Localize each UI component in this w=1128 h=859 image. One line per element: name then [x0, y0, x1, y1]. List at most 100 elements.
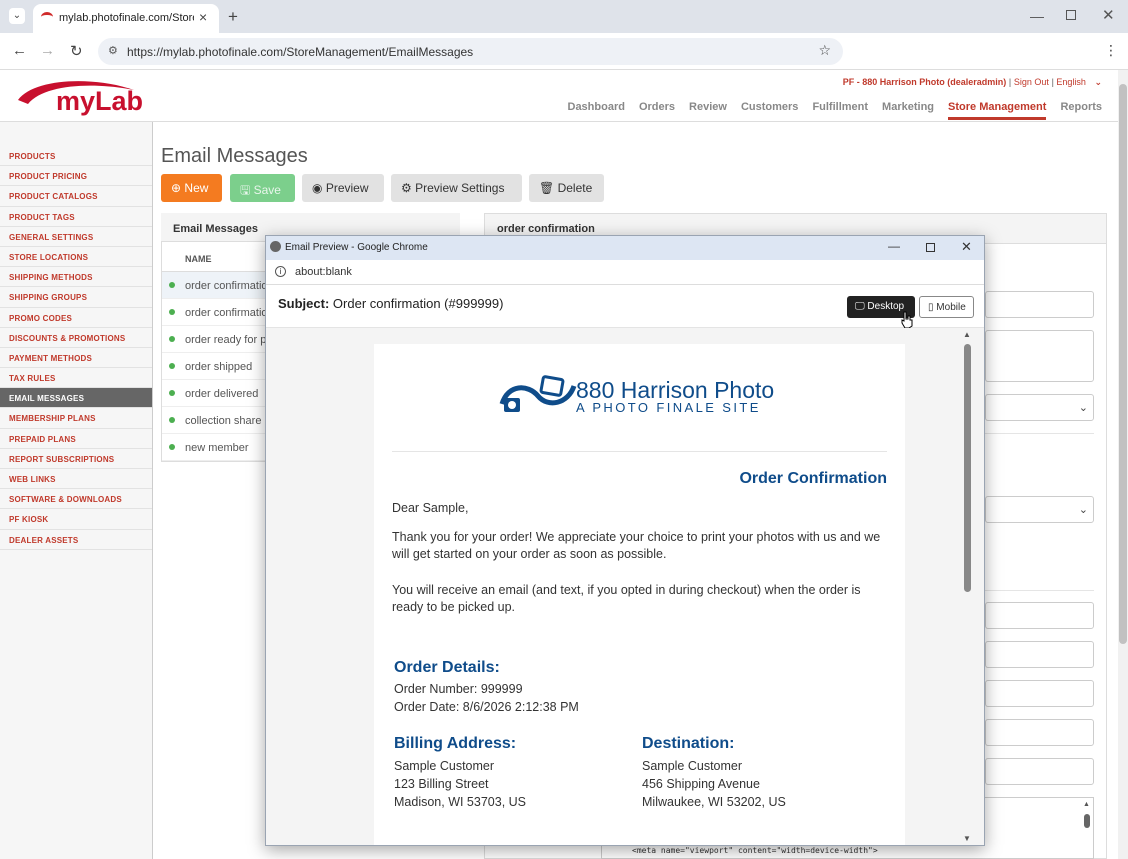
- description-textarea[interactable]: [985, 330, 1094, 382]
- list-item-label: order shipped: [185, 361, 253, 373]
- subject-input[interactable]: [985, 291, 1094, 318]
- sidebar-item-report-subscriptions[interactable]: REPORT SUBSCRIPTIONS: [0, 449, 152, 469]
- sidebar-item-tax-rules[interactable]: TAX RULES: [0, 368, 152, 389]
- sidebar-item-shipping-methods[interactable]: SHIPPING METHODS: [0, 267, 152, 288]
- preview-label: Preview: [325, 181, 369, 195]
- popup-window-title: Email Preview - Google Chrome: [285, 242, 428, 253]
- preview-settings-label: Preview Settings: [415, 181, 505, 195]
- tab-title: mylab.photofinale.com/StoreM: [59, 12, 194, 24]
- name-column-header[interactable]: NAME: [185, 254, 212, 264]
- sidebar-item-promo-codes[interactable]: PROMO CODES: [0, 308, 152, 328]
- nav-marketing[interactable]: Marketing: [882, 101, 934, 120]
- window-minimize-icon[interactable]: —: [1030, 8, 1044, 24]
- new-tab-plus-icon[interactable]: +: [228, 7, 238, 27]
- preview-scrollbar-thumb[interactable]: [964, 344, 971, 592]
- email-paragraph-2: You will receive an email (and text, if …: [392, 583, 861, 614]
- browser-menu-icon[interactable]: ⋮: [1104, 42, 1118, 59]
- field-input-3[interactable]: [985, 680, 1094, 707]
- browser-tab[interactable]: mylab.photofinale.com/StoreM ×: [33, 4, 219, 33]
- tab-close-icon[interactable]: ×: [199, 9, 207, 25]
- language-select[interactable]: English: [1056, 77, 1086, 87]
- sidebar-item-pf-kiosk[interactable]: PF KIOSK: [0, 509, 152, 530]
- nav-orders[interactable]: Orders: [639, 101, 675, 120]
- email-heading: Order Confirmation: [739, 470, 887, 487]
- page-scrollbar-thumb[interactable]: [1119, 84, 1127, 644]
- list-item-label: collection share: [185, 415, 262, 427]
- popup-url: about:blank: [295, 266, 352, 278]
- chrome-globe-icon: [270, 241, 281, 252]
- type-select[interactable]: ⌄: [985, 394, 1094, 421]
- bookmark-star-icon[interactable]: ☆: [818, 42, 831, 59]
- back-arrow-icon[interactable]: ←: [12, 42, 27, 59]
- preview-settings-button[interactable]: ⚙ Preview Settings: [391, 174, 522, 202]
- address-bar[interactable]: ⚙ https://mylab.photofinale.com/StoreMan…: [98, 38, 843, 65]
- header-divider: [0, 121, 1118, 122]
- popup-maximize-icon[interactable]: [926, 243, 935, 252]
- email-preview-window: Email Preview - Google Chrome — ✕ i abou…: [265, 235, 985, 846]
- sidebar-item-discounts-promotions[interactable]: DISCOUNTS & PROMOTIONS: [0, 328, 152, 348]
- status-dot-icon: [169, 444, 175, 450]
- delete-button[interactable]: 🗑 Delete: [529, 174, 604, 202]
- window-close-icon[interactable]: ✕: [1102, 6, 1115, 24]
- site-settings-icon[interactable]: ⚙: [108, 44, 118, 57]
- form-divider: [985, 433, 1094, 434]
- chevron-down-icon: ⌄: [1078, 504, 1088, 516]
- nav-review[interactable]: Review: [689, 101, 727, 120]
- sidebar-item-shipping-groups[interactable]: SHIPPING GROUPS: [0, 287, 152, 308]
- nav-dashboard[interactable]: Dashboard: [568, 101, 625, 120]
- template-select[interactable]: ⌄: [985, 496, 1094, 523]
- logo-text: myLab: [56, 86, 144, 116]
- sidebar-item-software-downloads[interactable]: SOFTWARE & DOWNLOADS: [0, 489, 152, 510]
- popup-minimize-icon[interactable]: —: [888, 239, 900, 253]
- new-button[interactable]: ⊕ New: [161, 174, 222, 202]
- email-greeting: Dear Sample,: [392, 501, 469, 515]
- nav-store-management[interactable]: Store Management: [948, 101, 1047, 120]
- nav-reports[interactable]: Reports: [1060, 101, 1102, 120]
- sidebar-item-email-messages[interactable]: EMAIL MESSAGES: [0, 388, 152, 409]
- preview-button[interactable]: ◉ Preview: [302, 174, 384, 202]
- sidebar-item-product-pricing[interactable]: PRODUCT PRICING: [0, 166, 152, 187]
- save-button[interactable]: 🖫 Save: [230, 174, 295, 202]
- subject-value: Order confirmation (#999999): [332, 296, 504, 311]
- field-input-4[interactable]: [985, 719, 1094, 746]
- gear-icon: ⚙: [401, 181, 412, 195]
- destination-line: Milwaukee, WI 53202, US: [642, 795, 786, 809]
- status-dot-icon: [169, 417, 175, 423]
- sign-out-link[interactable]: Sign Out: [1014, 77, 1049, 87]
- popup-titlebar: Email Preview - Google Chrome — ✕: [266, 236, 984, 260]
- field-input-1[interactable]: [985, 602, 1094, 629]
- editor-scrollbar[interactable]: ▲: [1083, 801, 1090, 829]
- trash-icon: 🗑: [539, 181, 555, 195]
- sidebar-item-web-links[interactable]: WEB LINKS: [0, 469, 152, 490]
- reload-icon[interactable]: ↻: [70, 42, 83, 60]
- chevron-down-icon[interactable]: ⌄: [1094, 77, 1102, 87]
- preview-scrollbar[interactable]: ▲ ▼: [962, 328, 974, 845]
- field-input-5[interactable]: [985, 758, 1094, 785]
- save-icon: 🖫: [240, 183, 251, 197]
- destination-line: 456 Shipping Avenue: [642, 777, 760, 791]
- field-input-2[interactable]: [985, 641, 1094, 668]
- sidebar-item-product-catalogs[interactable]: PRODUCT CATALOGS: [0, 186, 152, 207]
- popup-address-bar[interactable]: i about:blank: [266, 260, 984, 285]
- eye-icon: ◉: [312, 181, 323, 195]
- sidebar-item-membership-plans[interactable]: MEMBERSHIP PLANS: [0, 408, 152, 429]
- sidebar-item-general-settings[interactable]: GENERAL SETTINGS: [0, 227, 152, 247]
- sidebar-item-dealer-assets[interactable]: DEALER ASSETS: [0, 530, 152, 550]
- mobile-toggle-button[interactable]: ▯ Mobile: [919, 296, 974, 318]
- scroll-up-icon[interactable]: ▲: [963, 330, 971, 339]
- window-maximize-icon[interactable]: [1066, 10, 1076, 20]
- sidebar-item-payment-methods[interactable]: PAYMENT METHODS: [0, 348, 152, 369]
- nav-customers[interactable]: Customers: [741, 101, 798, 120]
- sidebar-item-products[interactable]: PRODUCTS: [0, 146, 152, 167]
- popup-close-icon[interactable]: ✕: [961, 239, 972, 255]
- mylab-logo[interactable]: myLab: [14, 76, 144, 118]
- sidebar-item-store-locations[interactable]: STORE LOCATIONS: [0, 247, 152, 268]
- forward-arrow-icon[interactable]: →: [40, 42, 55, 59]
- nav-fulfillment[interactable]: Fulfillment: [812, 101, 868, 120]
- page-scrollbar[interactable]: [1118, 70, 1128, 859]
- scroll-down-icon[interactable]: ▼: [963, 834, 971, 843]
- info-icon[interactable]: i: [275, 266, 286, 277]
- sidebar-item-prepaid-plans[interactable]: PREPAID PLANS: [0, 429, 152, 449]
- tab-list-chevron-icon[interactable]: ⌄: [9, 8, 25, 24]
- sidebar-item-product-tags[interactable]: PRODUCT TAGS: [0, 207, 152, 227]
